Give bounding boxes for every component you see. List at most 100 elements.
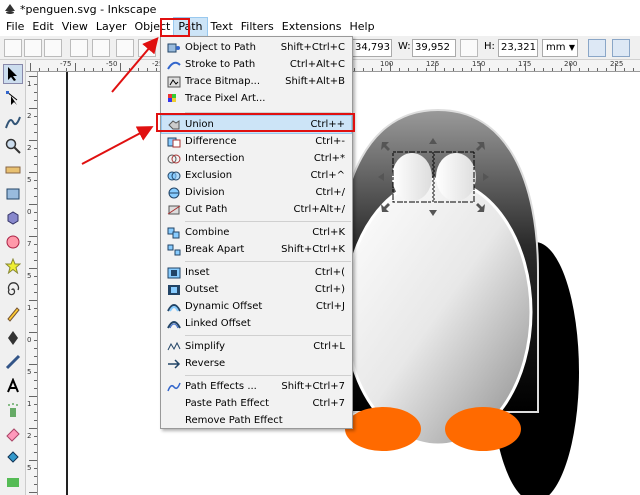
scale-corners-icon[interactable] — [612, 39, 630, 57]
menu-item-object-to-path[interactable]: Object to Path Shift+Ctrl+C — [162, 39, 351, 56]
spray-tool-icon[interactable] — [3, 400, 23, 420]
menu-item-union[interactable]: Union Ctrl++ — [161, 115, 352, 134]
menu-item-remove-path-effect[interactable]: Remove Path Effect — [162, 412, 351, 429]
menu-item-shortcut: Ctrl+K — [312, 227, 345, 238]
menu-item-label: Trace Pixel Art... — [185, 93, 266, 104]
trace-bitmap-icon — [166, 75, 182, 89]
ruler-tick — [435, 63, 436, 71]
union-icon — [166, 118, 182, 132]
menu-text[interactable]: Text — [207, 18, 237, 36]
lock-proportions-icon[interactable] — [460, 39, 478, 57]
pencil-tool-icon[interactable] — [3, 304, 23, 324]
menu-item-linked-offset[interactable]: Linked Offset — [162, 315, 351, 332]
menu-layer[interactable]: Layer — [92, 18, 131, 36]
3d-box-tool-icon[interactable] — [3, 208, 23, 228]
ruler-label: 150 — [472, 60, 486, 68]
gradient-tool-icon[interactable] — [3, 472, 23, 492]
menu-item-label: Reverse — [185, 358, 226, 369]
spiral-tool-icon[interactable] — [3, 280, 23, 300]
select-all-layers-icon[interactable] — [24, 39, 42, 57]
menu-item-trace-pixel-art[interactable]: Trace Pixel Art... — [162, 90, 351, 107]
menu-item-label: Intersection — [185, 153, 245, 164]
zoom-tool-icon[interactable] — [3, 136, 23, 156]
menu-item-reverse[interactable]: Reverse — [162, 355, 351, 372]
menu-path[interactable]: Path — [173, 17, 208, 37]
menu-item-intersection[interactable]: Intersection Ctrl+* — [162, 150, 351, 167]
flip-horizontal-icon[interactable] — [116, 39, 134, 57]
menu-help[interactable]: Help — [345, 18, 378, 36]
menu-item-path-effects[interactable]: Path Effects ... Shift+Ctrl+7 — [162, 378, 351, 395]
menu-item-dynamic-offset[interactable]: Dynamic Offset Ctrl+J — [162, 298, 351, 315]
menu-item-exclusion[interactable]: Exclusion Ctrl+^ — [162, 167, 351, 184]
calligraphy-tool-icon[interactable] — [3, 352, 23, 372]
ruler-tick — [29, 492, 37, 493]
menu-item-trace-bitmap[interactable]: Trace Bitmap... Shift+Alt+B — [162, 73, 351, 90]
menu-item-shortcut: Ctrl+( — [314, 267, 345, 278]
tweak-tool-icon[interactable] — [3, 112, 23, 132]
unit-select[interactable]: mm ▼ — [542, 39, 578, 57]
menu-file[interactable]: File — [2, 18, 28, 36]
rotate-cw-icon[interactable] — [92, 39, 110, 57]
penguin-right-foot[interactable] — [445, 407, 521, 451]
chevron-down-icon: ▼ — [568, 43, 575, 52]
selector-tool-icon[interactable] — [3, 64, 23, 84]
menu-item-simplify[interactable]: Simplify Ctrl+L — [162, 338, 351, 355]
break-apart-icon — [166, 243, 182, 257]
x-field[interactable]: 34,793 — [352, 39, 392, 57]
pen-tool-icon[interactable] — [3, 328, 23, 348]
menu-extensions[interactable]: Extensions — [278, 18, 346, 36]
star-tool-icon[interactable] — [3, 256, 23, 276]
empty-icon-slot — [166, 397, 182, 411]
inkscape-logo-icon — [5, 4, 15, 14]
ruler-label: 1 — [27, 400, 32, 408]
menu-item-label: Trace Bitmap... — [185, 76, 261, 87]
ruler-tick — [552, 68, 553, 71]
ellipse-tool-icon[interactable] — [3, 232, 23, 252]
ruler-tick — [34, 84, 37, 85]
penguin-left-foot[interactable] — [345, 407, 421, 451]
ruler-label: 5 — [27, 368, 32, 376]
scale-stroke-icon[interactable] — [588, 39, 606, 57]
select-all-icon[interactable] — [4, 39, 22, 57]
measure-tool-icon[interactable] — [3, 160, 23, 180]
menu-item-outset[interactable]: Outset Ctrl+) — [162, 281, 351, 298]
rotate-ccw-icon[interactable] — [70, 39, 88, 57]
menu-item-label: Remove Path Effect — [185, 415, 283, 426]
penguin-left-eye[interactable] — [392, 153, 432, 201]
menu-item-division[interactable]: Division Ctrl+/ — [162, 184, 351, 201]
trace-pixel-art-icon — [166, 92, 182, 106]
penguin-belly[interactable] — [343, 177, 533, 447]
paint-bucket-tool-icon[interactable] — [3, 448, 23, 468]
ruler-tick — [417, 68, 418, 71]
node-tool-icon[interactable] — [3, 88, 23, 108]
width-field[interactable]: 39,952 — [412, 39, 456, 57]
menu-item-label: Linked Offset — [185, 318, 251, 329]
rectangle-tool-icon[interactable] — [3, 184, 23, 204]
menu-edit[interactable]: Edit — [28, 18, 57, 36]
menu-object[interactable]: Object — [131, 18, 175, 36]
menu-item-label: Object to Path — [185, 42, 256, 53]
menu-item-break-apart[interactable]: Break Apart Shift+Ctrl+K — [162, 241, 351, 258]
menu-item-difference[interactable]: Difference Ctrl+- — [162, 133, 351, 150]
menu-item-paste-path-effect[interactable]: Paste Path Effect Ctrl+7 — [162, 395, 351, 412]
menu-filters[interactable]: Filters — [237, 18, 278, 36]
menu-item-combine[interactable]: Combine Ctrl+K — [162, 224, 351, 241]
deselect-icon[interactable] — [44, 39, 62, 57]
ruler-tick — [34, 380, 37, 381]
ruler-tick — [111, 68, 112, 71]
height-field[interactable]: 23,321 — [498, 39, 538, 57]
eraser-tool-icon[interactable] — [3, 424, 23, 444]
menu-bar: File Edit View Layer Object Path Text Fi… — [0, 17, 640, 37]
menu-item-shortcut: Shift+Ctrl+7 — [281, 381, 345, 392]
ruler-tick — [381, 68, 382, 71]
penguin-right-eye[interactable] — [436, 153, 476, 201]
intersection-icon — [166, 152, 182, 166]
ruler-tick — [34, 388, 37, 389]
menu-item-stroke-to-path[interactable]: Stroke to Path Ctrl+Alt+C — [162, 56, 351, 73]
ruler-tick — [34, 356, 37, 357]
flip-vertical-icon[interactable] — [138, 39, 156, 57]
menu-item-inset[interactable]: Inset Ctrl+( — [162, 264, 351, 281]
text-tool-icon[interactable] — [3, 376, 23, 396]
menu-view[interactable]: View — [58, 18, 92, 36]
menu-item-cut-path[interactable]: Cut Path Ctrl+Alt+/ — [162, 201, 351, 218]
